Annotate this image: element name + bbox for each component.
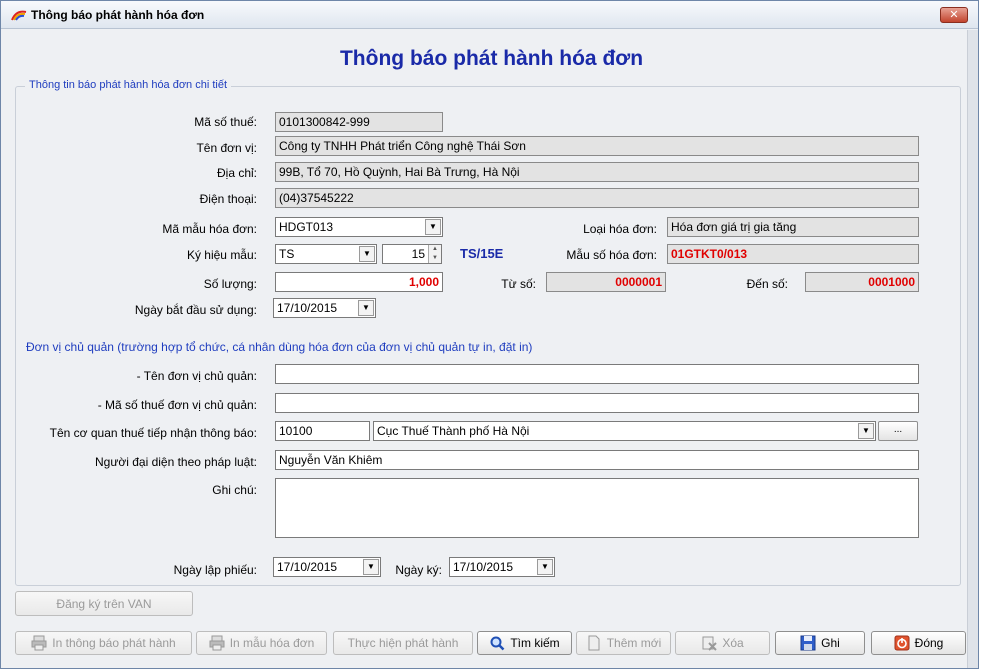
sign-date-value: 17/10/2015 — [453, 560, 514, 574]
chevron-down-icon[interactable]: ▼ — [363, 559, 379, 575]
register-van-label: Đăng ký trên VAN — [56, 596, 152, 611]
chevron-down-icon[interactable]: ▼ — [359, 246, 375, 262]
unit-name-field[interactable]: Công ty TNHH Phát triển Công nghệ Thái S… — [275, 136, 919, 156]
phone-field[interactable]: (04)37545222 — [275, 188, 919, 208]
save-label: Ghi — [821, 636, 840, 650]
note-textarea[interactable] — [275, 478, 919, 538]
add-new-button[interactable]: Thêm mới — [576, 631, 671, 655]
address-label: Địa chỉ: — [216, 166, 257, 180]
tax-code-field[interactable]: 0101300842-999 — [275, 112, 443, 132]
add-new-label: Thêm mới — [606, 636, 662, 650]
parent-unit-note: Đơn vị chủ quản (trường hợp tổ chức, cá … — [26, 340, 533, 354]
vertical-scrollbar[interactable] — [967, 30, 978, 668]
quantity-label: Số lượng: — [203, 277, 257, 291]
delete-button[interactable]: Xóa — [675, 631, 770, 655]
save-disk-icon — [800, 635, 816, 651]
window-close-button[interactable]: ✕ — [940, 7, 968, 23]
year-value: 15 — [411, 247, 425, 261]
unit-name-label: Tên đơn vị: — [196, 141, 257, 155]
template-number-label: Mẫu số hóa đơn: — [566, 248, 657, 262]
parent-name-label: - Tên đơn vị chủ quản: — [136, 369, 257, 383]
parent-tax-input[interactable] — [275, 393, 919, 413]
start-date-picker[interactable]: 17/10/2015 ▼ — [273, 298, 376, 318]
delete-label: Xóa — [722, 636, 744, 650]
tax-code-label: Mã số thuế: — [194, 115, 257, 129]
quantity-field[interactable]: 1,000 — [275, 272, 443, 292]
page-title: Thông báo phát hành hóa đơn — [339, 47, 644, 70]
symbol-select[interactable]: TS ▼ — [275, 244, 377, 264]
title-bar: Thông báo phát hành hóa đơn ✕ — [1, 1, 978, 29]
representative-input[interactable]: Nguyễn Văn Khiêm — [275, 450, 919, 470]
year-stepper[interactable]: 15 ▲ ▼ — [382, 244, 442, 264]
address-field[interactable]: 99B, Tổ 70, Hồ Quỳnh, Hai Bà Trưng, Hà N… — [275, 162, 919, 182]
phone-label: Điện thoại: — [199, 192, 257, 206]
register-van-button[interactable]: Đăng ký trên VAN — [15, 591, 193, 616]
search-icon — [490, 636, 505, 651]
start-date-value: 17/10/2015 — [277, 301, 338, 315]
close-button[interactable]: Đóng — [871, 631, 966, 655]
template-code-label: Mã mẫu hóa đơn: — [162, 222, 257, 236]
to-number-field[interactable]: 0001000 — [805, 272, 919, 292]
from-number-field[interactable]: 0000001 — [546, 272, 666, 292]
rainbow-app-icon — [11, 10, 27, 21]
browse-tax-office-button[interactable]: ... — [878, 421, 918, 441]
print-template-label: In mẫu hóa đơn — [229, 636, 315, 650]
parent-tax-label: - Mã số thuế đơn vị chủ quản: — [97, 398, 257, 412]
print-notice-button[interactable]: In thông báo phát hành — [15, 631, 192, 655]
representative-label: Người đại diện theo pháp luật: — [94, 455, 257, 469]
print-notice-label: In thông báo phát hành — [52, 636, 176, 650]
template-code-value: HDGT013 — [279, 220, 334, 234]
chevron-down-icon[interactable]: ▼ — [537, 559, 553, 575]
sign-date-picker[interactable]: 17/10/2015 ▼ — [449, 557, 555, 577]
to-number-label: Đến số: — [746, 277, 788, 291]
printer-icon — [209, 635, 225, 651]
symbol-full-text: TS/15E — [460, 246, 504, 261]
sign-date-label: Ngày ký: — [395, 563, 442, 577]
window-title: Thông báo phát hành hóa đơn — [31, 8, 205, 22]
execute-release-label: Thực hiện phát hành — [347, 636, 459, 650]
search-label: Tìm kiếm — [510, 636, 560, 650]
tax-office-code-input[interactable]: 10100 — [275, 421, 370, 441]
created-date-value: 17/10/2015 — [277, 560, 338, 574]
chevron-down-icon[interactable]: ▼ — [358, 300, 374, 316]
parent-name-input[interactable] — [275, 364, 919, 384]
start-date-label: Ngày bắt đầu sử dụng: — [134, 303, 257, 317]
symbol-label: Ký hiệu mẫu: — [186, 248, 257, 262]
execute-release-button[interactable]: Thực hiện phát hành — [333, 631, 473, 655]
tax-office-label: Tên cơ quan thuế tiếp nhận thông báo: — [49, 426, 257, 440]
template-number-field[interactable]: 01GTKT0/013 — [667, 244, 919, 264]
spin-arrows-icon[interactable]: ▲ ▼ — [428, 245, 441, 263]
power-off-icon — [894, 635, 910, 651]
invoice-release-window: Thông báo phát hành hóa đơn ✕ Thông báo … — [0, 0, 979, 669]
chevron-down-icon[interactable]: ▼ — [858, 423, 874, 439]
chevron-down-icon[interactable]: ▼ — [425, 219, 441, 235]
printer-icon — [31, 635, 47, 651]
delete-icon — [702, 636, 718, 651]
created-date-label: Ngày lập phiếu: — [173, 563, 257, 577]
invoice-type-field[interactable]: Hóa đơn giá trị gia tăng — [667, 217, 919, 237]
template-code-select[interactable]: HDGT013 ▼ — [275, 217, 443, 237]
created-date-picker[interactable]: 17/10/2015 ▼ — [273, 557, 381, 577]
symbol-value: TS — [279, 247, 295, 261]
note-label: Ghi chú: — [212, 483, 257, 497]
tax-office-select[interactable]: Cục Thuế Thành phố Hà Nội ▼ — [373, 421, 876, 441]
save-button[interactable]: Ghi — [775, 631, 865, 655]
close-label: Đóng — [914, 636, 944, 650]
detail-group-legend: Thông tin báo phát hành hóa đơn chi tiết — [25, 79, 232, 91]
search-button[interactable]: Tìm kiếm — [477, 631, 572, 655]
new-document-icon — [588, 635, 600, 651]
from-number-label: Từ số: — [501, 277, 536, 291]
print-template-button[interactable]: In mẫu hóa đơn — [196, 631, 327, 655]
tax-office-value: Cục Thuế Thành phố Hà Nội — [377, 424, 530, 438]
invoice-type-label: Loại hóa đơn: — [583, 222, 657, 236]
